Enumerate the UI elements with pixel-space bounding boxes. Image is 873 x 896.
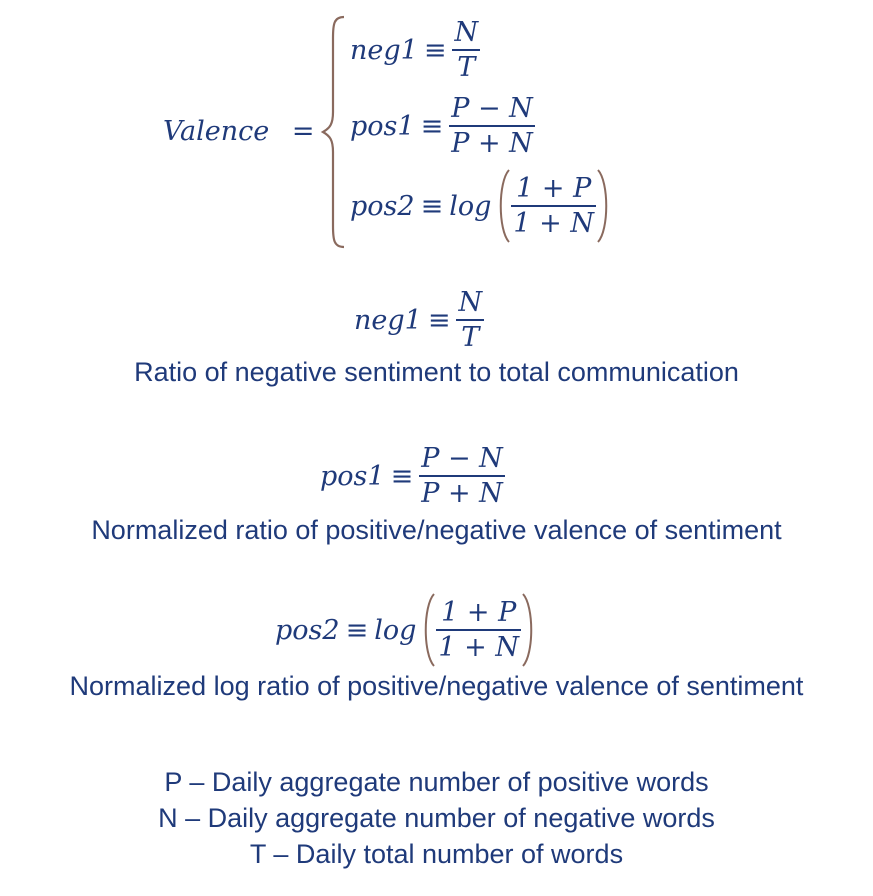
fraction: P − N P + N [419,443,505,509]
formula-neg1: neg1 ≡ N T [354,286,485,354]
denominator: T [461,321,480,353]
equiv-sign: ≡ [420,110,444,142]
right-paren-icon [522,593,533,667]
case-pos2-name: pos2 [350,190,415,222]
formula-pos1: pos1 ≡ P − N P + N [320,442,505,510]
fraction: N T [456,287,485,353]
formula-name: neg1 [354,304,422,336]
fraction: N T [452,17,481,83]
fraction-bar [456,319,485,321]
fraction-bar [511,205,596,207]
numerator: 1 + P [441,597,517,629]
valence-lhs: Valence = [163,118,314,145]
equals-sign: = [291,116,315,147]
log-function: log [449,190,492,222]
left-brace-icon [320,15,345,249]
equiv-sign: ≡ [423,34,447,66]
denominator: 1 + N [438,631,519,663]
formula-name: pos2 [275,614,340,646]
numerator: N [454,17,479,49]
left-paren-icon [500,169,511,243]
equiv-sign: ≡ [427,304,451,336]
legend-line-t: T – Daily total number of words [249,839,624,869]
case-neg1: neg1 ≡ N T [350,16,481,84]
case-neg1-name: neg1 [350,34,418,66]
numerator: P − N [451,93,533,125]
numerator: N [458,287,483,319]
fraction: 1 + P 1 + N [511,173,596,239]
denominator: 1 + N [513,207,594,239]
numerator: P − N [421,443,503,475]
case-pos2: pos2 ≡ log 1 + P 1 + N [350,168,612,244]
fraction: P − N P + N [449,93,535,159]
fraction-bar [436,629,521,631]
fraction-bar [419,475,505,477]
equiv-sign: ≡ [345,614,369,646]
legend-line-n: N – Daily aggregate number of negative w… [158,803,715,833]
denominator: P + N [421,477,503,509]
left-paren-icon [425,593,436,667]
equiv-sign: ≡ [390,460,414,492]
case-pos1-name: pos1 [350,110,415,142]
equiv-sign: ≡ [420,190,444,222]
description-pos2: Normalized log ratio of positive/negativ… [69,671,804,701]
denominator: T [457,51,476,83]
formula-name: pos1 [320,460,385,492]
formula-pos2: pos2 ≡ log 1 + P 1 + N [275,592,537,668]
log-function: log [374,614,417,646]
denominator: P + N [451,127,533,159]
fraction: 1 + P 1 + N [436,597,521,663]
description-neg1: Ratio of negative sentiment to total com… [134,357,739,387]
case-pos1: pos1 ≡ P − N P + N [350,92,535,160]
legend-line-p: P – Daily aggregate number of positive w… [164,767,709,797]
description-pos1: Normalized ratio of positive/negative va… [91,515,782,545]
fraction-bar [449,125,535,127]
fraction-bar [452,49,481,51]
numerator: 1 + P [516,173,592,205]
valence-label: Valence [163,116,270,147]
right-paren-icon [597,169,608,243]
